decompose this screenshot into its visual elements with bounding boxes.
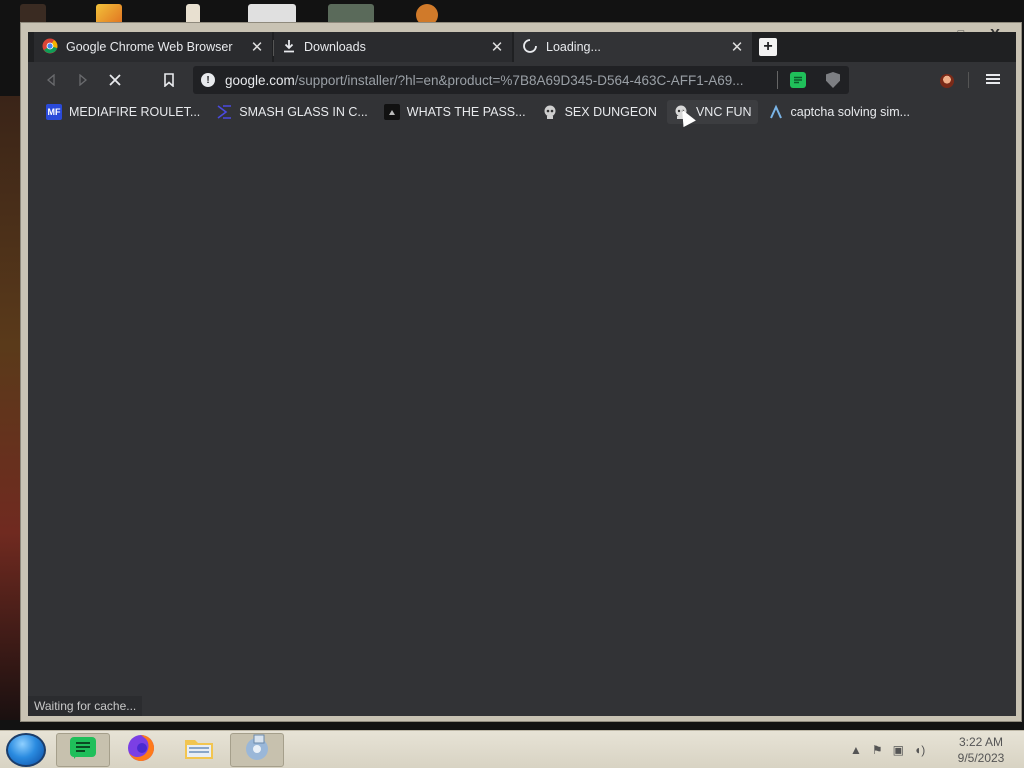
bookmark-label: WHATS THE PASS... (406, 105, 526, 119)
stop-button[interactable] (104, 70, 126, 90)
forward-button[interactable] (72, 70, 94, 90)
tab-loading[interactable]: Loading... ✕ (514, 32, 752, 62)
tab-title: Downloads (304, 40, 366, 54)
tab-strip: Google Chrome Web Browser ✕ Downloads ✕ (28, 32, 1016, 62)
bookmark-label: SEX DUNGEON (564, 105, 657, 119)
folder-icon (183, 734, 215, 767)
bookmark-sex-dungeon[interactable]: SEX DUNGEON (536, 100, 663, 124)
chrome-icon (42, 38, 58, 57)
menu-icon[interactable] (986, 72, 1000, 86)
bookmark-label: MEDIAFIRE ROULET... (69, 105, 201, 119)
clock-date: 9/5/2023 (957, 751, 1005, 765)
mediafire-icon: MF (46, 104, 62, 120)
shield-icon[interactable] (826, 72, 840, 88)
forward-arrow-icon (79, 74, 88, 86)
clock-time: 3:22 AM (958, 735, 1004, 749)
back-arrow-icon (46, 74, 55, 86)
flag-icon[interactable]: ⚑ (872, 743, 883, 757)
media-icon (242, 733, 272, 768)
bookmark-label: SMASH GLASS IN C... (239, 105, 368, 119)
lock-bookmark-icon (383, 104, 400, 120)
tab-title: Loading... (546, 40, 601, 54)
desktop-wallpaper-strip (0, 96, 22, 720)
taskbar-explorer-app[interactable] (172, 733, 226, 767)
start-button[interactable] (6, 733, 46, 767)
address-bar[interactable]: ! google.com/support/installer/?hl=en&pr… (193, 66, 849, 94)
firefox-icon (126, 733, 156, 768)
bookmark-label: captcha solving sim... (790, 105, 911, 119)
taskbar-firefox-app[interactable] (114, 733, 168, 767)
close-icon[interactable]: ✕ (730, 38, 744, 56)
url-host: google.com (225, 72, 295, 88)
sheets-icon (68, 735, 98, 766)
taskbar-media-app[interactable] (230, 733, 284, 767)
browser-toolbar: ! google.com/support/installer/?hl=en&pr… (28, 62, 1016, 98)
chrome-frame: Google Chrome Web Browser ✕ Downloads ✕ (28, 32, 1016, 716)
close-icon[interactable]: ✕ (250, 38, 264, 56)
tab-downloads[interactable]: Downloads ✕ (274, 32, 512, 62)
url-text[interactable]: google.com/support/installer/?hl=en&prod… (225, 73, 765, 88)
bookmark-captcha[interactable]: captcha solving sim... (762, 100, 917, 124)
omnibox-separator (777, 71, 778, 89)
new-tab-button[interactable]: + (759, 38, 777, 56)
system-tray: ▲ ⚑ ▣ ◖) (850, 739, 925, 761)
site-info-icon[interactable]: ! (201, 73, 215, 87)
page-content[interactable]: Waiting for cache... (28, 126, 1016, 716)
tab-title: Google Chrome Web Browser (66, 40, 233, 54)
network-icon[interactable]: ▣ (893, 743, 904, 757)
close-icon[interactable]: ✕ (490, 38, 504, 56)
loading-spinner-icon (522, 38, 538, 57)
bookmark-mediafire[interactable]: MF MEDIAFIRE ROULET... (40, 100, 206, 124)
lambda-icon (768, 104, 784, 120)
back-button[interactable] (40, 70, 62, 90)
taskbar: ▲ ⚑ ▣ ◖) 3:22 AM 9/5/2023 (0, 730, 1024, 768)
bookmark-smash-glass[interactable]: SMASH GLASS IN C... (210, 100, 374, 124)
status-bubble: Waiting for cache... (28, 696, 143, 716)
taskbar-clock[interactable]: 3:22 AM 9/5/2023 (946, 734, 1016, 766)
bookmark-whats-the-pass[interactable]: WHATS THE PASS... (378, 100, 532, 124)
tray-expand-icon[interactable]: ▲ (850, 743, 862, 757)
toolbar-separator (968, 72, 969, 88)
url-path: /support/installer/?hl=en&product=%7B8A6… (294, 72, 744, 88)
bookmark-icon (164, 73, 174, 87)
download-icon (282, 39, 296, 56)
browser-window: — □ X Google Chrome Web Browser ✕ (20, 22, 1022, 722)
bookmark-label: VNC FUN (695, 105, 752, 119)
profile-avatar[interactable] (940, 74, 954, 88)
volume-icon[interactable]: ◖) (914, 743, 925, 757)
tab-chrome-web-browser[interactable]: Google Chrome Web Browser ✕ (34, 32, 272, 62)
skull-icon (542, 104, 558, 120)
bookmark-button[interactable] (158, 70, 180, 90)
extension-green-icon[interactable] (790, 72, 806, 88)
taskbar-sheets-app[interactable] (56, 733, 110, 767)
bookmarks-bar: MF MEDIAFIRE ROULET... SMASH GLASS IN C.… (28, 98, 1016, 126)
chevron-bookmark-icon (216, 104, 232, 120)
stop-x-icon (109, 74, 121, 86)
notes-glyph-icon (794, 76, 802, 84)
